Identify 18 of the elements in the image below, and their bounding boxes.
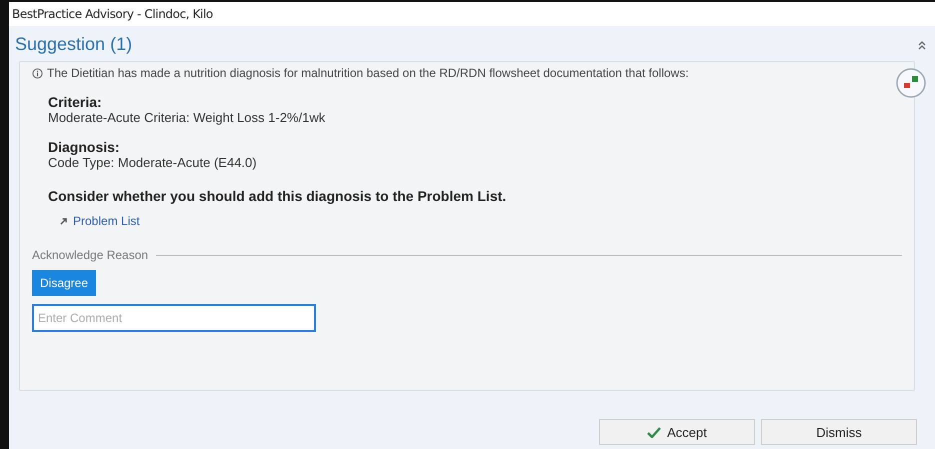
dismiss-button[interactable]: Dismiss bbox=[761, 419, 917, 445]
reason-button[interactable]: Disagree bbox=[32, 270, 96, 296]
arrow-icon bbox=[60, 218, 67, 224]
info-icon bbox=[32, 68, 43, 78]
block-text: Moderate-Acute Criteria: Weight Loss 1-2%/1wk bbox=[48, 110, 326, 125]
comment-field[interactable]: Enter Comment bbox=[32, 304, 316, 332]
accept-button[interactable]: Accept bbox=[599, 419, 755, 445]
block-text: Code Type: Moderate-Acute (E44.0) bbox=[48, 155, 258, 170]
advisory-prompt: Consider whether you should add this diagnosis to the Problem List. bbox=[48, 188, 508, 204]
acknowledge-label: Acknowledge Reason bbox=[32, 248, 148, 262]
block-heading: Criteria: bbox=[48, 94, 103, 110]
window-title: BestPractice Advisory - Clindoc, Kilo bbox=[9, 2, 935, 26]
collapse-icon[interactable] bbox=[917, 40, 927, 50]
section-title: Suggestion (1) bbox=[15, 34, 132, 55]
problem-list-link[interactable]: Problem List bbox=[73, 214, 140, 228]
checkmark-icon bbox=[647, 426, 662, 438]
block-heading: Diagnosis: bbox=[48, 139, 121, 155]
advisory-message: The Dietitian has made a nutrition diagnosis for malnutrition based on the RD/RDN flowsheet documentation that follows: bbox=[47, 66, 689, 80]
